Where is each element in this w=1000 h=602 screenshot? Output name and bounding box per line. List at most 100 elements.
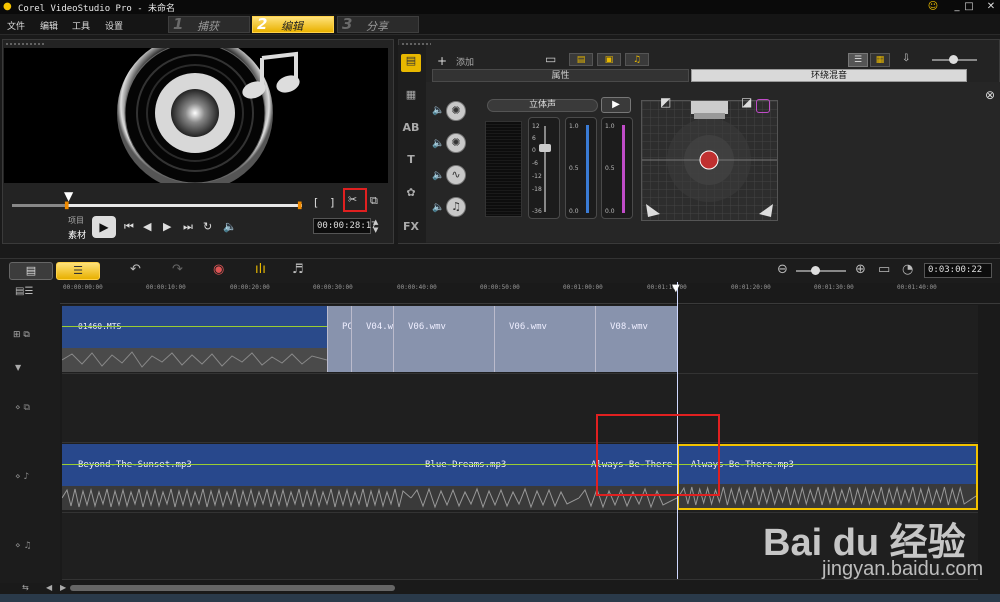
show-photo-icon[interactable]: ▣ (597, 53, 621, 66)
music-track-header-icon[interactable]: ⋄ ♫ (15, 541, 32, 551)
overlay-track-icon[interactable]: ✺ (446, 133, 466, 153)
folder-icon[interactable]: ▭ (545, 52, 556, 66)
timeline-scrollbar[interactable] (70, 585, 395, 591)
zoom-out-icon[interactable]: ⊖ (777, 262, 788, 277)
video-clip[interactable]: V08.wmv (595, 306, 677, 372)
transition-library-icon[interactable]: ▦ (401, 88, 421, 106)
overlay-track[interactable] (62, 374, 978, 443)
mode-clip[interactable]: 素材 (68, 228, 86, 241)
zoom-slider[interactable] (796, 270, 846, 272)
undo-icon[interactable]: ↶ (130, 262, 141, 277)
sort-icon[interactable]: ⇩ (902, 53, 910, 64)
mode-project[interactable]: 项目 (68, 215, 84, 226)
zoom-in-icon[interactable]: ⊕ (855, 262, 866, 277)
go-start-icon[interactable]: ⏮ (124, 220, 134, 234)
playhead-handle-icon[interactable]: ▼ (672, 283, 680, 294)
video-clip[interactable]: V06.wmv (494, 306, 595, 372)
front-left-speaker-icon[interactable]: ◩ (660, 95, 671, 109)
fader-knob[interactable] (539, 144, 551, 152)
media-library-icon[interactable]: ▤ (401, 54, 421, 72)
show-audio-icon[interactable]: ♫ (625, 53, 649, 66)
audio-mixer-icon[interactable]: ılı (255, 262, 266, 277)
zoom-slider-handle[interactable] (811, 266, 820, 275)
track-manager-icon[interactable]: ▤☰ (15, 286, 33, 297)
step-capture-tab[interactable]: 1 捕获 (168, 15, 250, 33)
player-timecode[interactable]: 00:00:28:17 (313, 218, 377, 234)
mark-in-button[interactable]: [ (314, 196, 318, 209)
track-speaker-icon[interactable]: 🔈 (432, 138, 444, 149)
stereo-label[interactable]: 立体声 (487, 99, 598, 112)
clip-label: Blue-Dreams.mp3 (425, 460, 507, 470)
step-share-tab[interactable]: 3 分享 (337, 15, 419, 33)
text-tool-icon[interactable]: T (401, 153, 421, 171)
redo-icon[interactable]: ↷ (172, 262, 183, 277)
user-icon[interactable]: ☺ (922, 0, 944, 13)
overlay-track-header-icon[interactable]: ⋄ ⧉ (15, 403, 30, 413)
timeline-ruler[interactable] (60, 283, 1000, 304)
thumbnail-view-icon[interactable]: ▦ (870, 53, 890, 67)
video-clip[interactable]: V04.w (351, 306, 393, 372)
split-clip-icon[interactable]: ✂ (348, 193, 357, 206)
menu-file[interactable]: 文件 (7, 19, 25, 32)
add-icon[interactable]: + (437, 54, 447, 68)
trim-start-marker-icon[interactable]: ▮ (64, 200, 70, 211)
timecode-spinner-icon[interactable]: ▲ ▼ (373, 218, 378, 234)
track-speaker-icon[interactable]: 🔈 (432, 202, 444, 213)
list-view-icon[interactable]: ☰ (848, 53, 868, 67)
tab-surround-mixer[interactable]: 环绕混音 (691, 69, 967, 82)
menu-tools[interactable]: 工具 (72, 19, 90, 32)
play-button[interactable]: ▶ (92, 216, 116, 238)
next-frame-icon[interactable]: ▶ (163, 220, 171, 233)
video-clip[interactable]: V06.wmv (393, 306, 494, 372)
repeat-icon[interactable]: ↻ (203, 220, 212, 233)
thumbnail-size-handle[interactable] (949, 55, 958, 64)
fit-timeline-icon[interactable]: ⇆ (22, 583, 29, 592)
enlarge-icon[interactable]: ⧉ (370, 194, 378, 208)
volume-fader[interactable]: 12 6 0 -6 -12 -18 -36 (528, 117, 560, 219)
scroll-left-icon[interactable]: ◀ (46, 583, 52, 592)
audio-clip-selected[interactable]: Always-Be-There.mp3 (677, 444, 978, 510)
menu-settings[interactable]: 设置 (105, 19, 123, 32)
video-clip[interactable]: PC (327, 306, 351, 372)
panel-grip[interactable] (5, 42, 45, 46)
tab-attributes[interactable]: 属性 (432, 69, 689, 82)
voice-track-header-icon[interactable]: ⋄ ♪ (15, 472, 29, 482)
menu-edit[interactable]: 编辑 (40, 19, 58, 32)
expand-track-icon[interactable]: ▼ (15, 363, 21, 372)
audio-clip[interactable]: Beyond-The-Sunset.mp3 (62, 444, 411, 510)
surround-fader[interactable]: 1.0 0.5 0.0 (601, 117, 633, 219)
filter-library-icon[interactable]: FX (401, 220, 421, 238)
add-label[interactable]: 添加 (456, 55, 474, 68)
step-edit-tab[interactable]: 2 编辑 (252, 15, 334, 33)
volume-icon[interactable]: 🔈 (223, 220, 237, 233)
surround-panner[interactable] (641, 100, 778, 221)
prev-frame-icon[interactable]: ◀ (143, 220, 151, 233)
close-button[interactable]: ✕ (980, 0, 1000, 13)
close-panel-icon[interactable]: ⊗ (985, 88, 995, 102)
storyboard-view-button[interactable]: ▤ (9, 262, 53, 280)
mixer-play-button[interactable]: ▶ (601, 97, 631, 113)
show-video-icon[interactable]: ▤ (569, 53, 593, 66)
video-track-header-icon[interactable]: ⊞ ⧉ (13, 330, 30, 340)
front-right-speaker-icon[interactable]: ◪ (741, 95, 752, 109)
trim-end-marker-icon[interactable]: ▮ (297, 200, 303, 211)
record-capture-icon[interactable]: ◉ (213, 262, 224, 277)
scroll-right-icon[interactable]: ▶ (60, 583, 66, 592)
video-clip[interactable]: 01460.MTS (62, 306, 327, 372)
voice-track-icon[interactable]: ∿ (446, 165, 466, 185)
center-speaker-icon[interactable] (756, 99, 770, 113)
music-track-icon[interactable]: ♫ (446, 197, 466, 217)
fit-project-icon[interactable]: ▭ (878, 262, 890, 277)
mark-out-button[interactable]: ] (330, 196, 334, 209)
timeline-view-button[interactable]: ☰ (56, 262, 100, 280)
balance-fader[interactable]: 1.0 0.5 0.0 (565, 117, 597, 219)
track-speaker-icon[interactable]: 🔈 (432, 170, 444, 181)
graphics-library-icon[interactable]: ✿ (401, 186, 421, 204)
auto-music-icon[interactable]: ♬ (292, 262, 304, 277)
title-library-icon[interactable]: AB (401, 121, 421, 139)
track-speaker-icon[interactable]: 🔈 (432, 105, 444, 116)
go-end-icon[interactable]: ⏭ (183, 220, 193, 234)
audio-clip[interactable]: Blue-Dreams.mp3 (411, 444, 579, 510)
video-track-icon[interactable]: ✺ (446, 101, 466, 121)
maximize-button[interactable]: □ (958, 0, 980, 13)
